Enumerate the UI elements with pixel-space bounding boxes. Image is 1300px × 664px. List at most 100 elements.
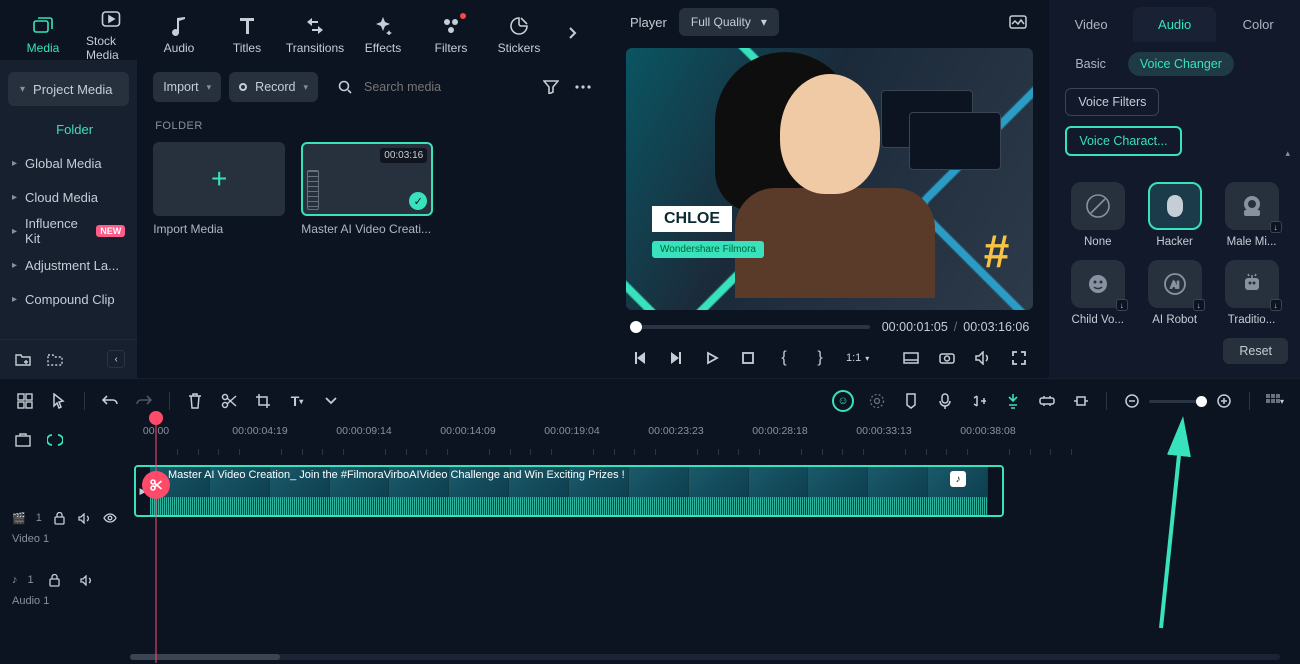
- subtab-voice-changer[interactable]: Voice Changer: [1128, 52, 1234, 76]
- zoom-out-icon[interactable]: [1121, 390, 1143, 412]
- quality-dropdown[interactable]: Full Quality▾: [679, 8, 779, 36]
- sidebar-global-media[interactable]: ▸Global Media: [0, 146, 137, 180]
- undo-icon[interactable]: [99, 390, 121, 412]
- fullscreen-icon[interactable]: [1009, 348, 1029, 368]
- nav-filters[interactable]: Filters: [418, 11, 484, 55]
- clip-handle-right[interactable]: [988, 467, 1002, 515]
- voiceover-icon[interactable]: [934, 390, 956, 412]
- nav-effects[interactable]: Effects: [350, 11, 416, 55]
- timeline-ruler[interactable]: 00:0000:00:04:1900:00:09:1400:00:14:0900…: [130, 423, 1300, 457]
- search-input[interactable]: [364, 80, 524, 94]
- auto-ripple-icon[interactable]: [44, 429, 66, 451]
- grid-view-icon[interactable]: ▾: [1264, 390, 1286, 412]
- timeline-panel: T▾ ☺ ▾: [0, 378, 1300, 664]
- mute-icon[interactable]: [76, 569, 98, 591]
- zoom-slider[interactable]: [1149, 400, 1207, 403]
- voice-none[interactable]: None: [1065, 182, 1130, 248]
- media-clip-tile[interactable]: 00:03:16 ✓ Master AI Video Creati...: [301, 142, 433, 236]
- nav-stock-media[interactable]: Stock Media: [78, 4, 144, 62]
- chevron-right-icon: ▸: [12, 158, 17, 169]
- import-dropdown[interactable]: Import▾: [153, 72, 221, 102]
- nav-media[interactable]: Media: [10, 11, 76, 55]
- tab-audio[interactable]: Audio: [1133, 7, 1217, 42]
- marker-icon[interactable]: [900, 390, 922, 412]
- playhead-line: [156, 423, 157, 663]
- voice-character-chip[interactable]: Voice Charact...: [1065, 126, 1181, 156]
- text-tool-icon[interactable]: T▾: [286, 390, 308, 412]
- mute-icon[interactable]: [77, 507, 92, 529]
- horizontal-scrollbar[interactable]: [130, 654, 1280, 660]
- voice-traditional[interactable]: ↓Traditio...: [1219, 260, 1284, 326]
- collapse-icon[interactable]: ▴: [1285, 148, 1290, 159]
- audio-tool-icon[interactable]: [968, 390, 990, 412]
- sidebar-project-media[interactable]: ▾ Project Media: [8, 72, 129, 106]
- audio-track-header[interactable]: ♪1 Audio 1: [0, 555, 130, 617]
- scrub-bar[interactable]: [630, 325, 870, 329]
- reset-button[interactable]: Reset: [1223, 338, 1288, 364]
- import-media-tile[interactable]: + Import Media: [153, 142, 285, 236]
- nav-transitions[interactable]: Transitions: [282, 11, 348, 55]
- voice-child[interactable]: ↓Child Vo...: [1065, 260, 1130, 326]
- camera-icon[interactable]: [937, 348, 957, 368]
- tab-video[interactable]: Video: [1049, 7, 1133, 42]
- ai-assistant-icon[interactable]: ☺: [832, 390, 854, 412]
- video-preview[interactable]: # CHLOE Wondershare Filmora: [626, 48, 1033, 310]
- tab-color[interactable]: Color: [1216, 7, 1300, 42]
- timeline-clip[interactable]: ▶ Master AI Video Creation_ Join the #Fi…: [134, 465, 1004, 517]
- settings-gear-icon[interactable]: [866, 390, 888, 412]
- sidebar-folder[interactable]: Folder: [0, 112, 137, 146]
- next-frame-icon[interactable]: [666, 348, 686, 368]
- subtab-basic[interactable]: Basic: [1063, 52, 1118, 76]
- nav-stickers[interactable]: Stickers: [486, 11, 552, 55]
- clip-music-icon: ♪: [950, 471, 966, 487]
- stop-icon[interactable]: [738, 348, 758, 368]
- video-track-header[interactable]: 🎬1 Video 1: [0, 493, 130, 555]
- sidebar-collapse[interactable]: ‹: [107, 350, 125, 368]
- volume-icon[interactable]: [973, 348, 993, 368]
- playhead-icon[interactable]: [149, 411, 163, 425]
- link-icon[interactable]: [1036, 390, 1058, 412]
- new-folder-icon[interactable]: [12, 348, 34, 370]
- mark-in-icon[interactable]: {: [774, 348, 794, 368]
- timeline-nest-icon[interactable]: [12, 429, 34, 451]
- play-icon[interactable]: [702, 348, 722, 368]
- snapshot-icon[interactable]: [1007, 11, 1029, 33]
- mark-out-icon[interactable]: }: [810, 348, 830, 368]
- voice-hacker[interactable]: Hacker: [1142, 182, 1207, 248]
- select-tool-icon[interactable]: [48, 390, 70, 412]
- new-bin-icon[interactable]: [44, 348, 66, 370]
- nav-titles[interactable]: Titles: [214, 11, 280, 55]
- sparkle-icon: [372, 15, 394, 37]
- sidebar-adjustment-layer[interactable]: ▸Adjustment La...: [0, 248, 137, 282]
- voice-filters-chip[interactable]: Voice Filters: [1065, 88, 1159, 116]
- sidebar-compound-clip[interactable]: ▸Compound Clip: [0, 282, 137, 316]
- redo-icon[interactable]: [133, 390, 155, 412]
- lock-icon[interactable]: [44, 569, 66, 591]
- split-icon[interactable]: [218, 390, 240, 412]
- display-mode-icon[interactable]: [901, 348, 921, 368]
- nav-audio[interactable]: Audio: [146, 11, 212, 55]
- more-tools-icon[interactable]: [320, 390, 342, 412]
- cut-handle-icon[interactable]: [142, 471, 170, 499]
- timeline-layout-icon[interactable]: [14, 390, 36, 412]
- visibility-icon[interactable]: [103, 507, 118, 529]
- lock-icon[interactable]: [52, 507, 67, 529]
- nav-scroll-right[interactable]: [558, 19, 586, 47]
- magnet-icon[interactable]: [1002, 390, 1024, 412]
- prev-frame-icon[interactable]: [630, 348, 650, 368]
- delete-icon[interactable]: [184, 390, 206, 412]
- voice-ai-robot[interactable]: AI↓AI Robot: [1142, 260, 1207, 326]
- voice-male-minion[interactable]: ↓Male Mi...: [1219, 182, 1284, 248]
- aspect-ratio-dropdown[interactable]: 1:1 ▾: [846, 348, 869, 368]
- keyframe-icon[interactable]: [1070, 390, 1092, 412]
- more-options-icon[interactable]: [572, 76, 594, 98]
- zoom-in-icon[interactable]: [1213, 390, 1235, 412]
- sidebar-influence-kit[interactable]: ▸Influence KitNEW: [0, 214, 137, 248]
- record-dropdown[interactable]: Record▾: [229, 72, 318, 102]
- music-note-icon: [168, 15, 190, 37]
- chevron-right-icon: ▸: [12, 260, 17, 271]
- sidebar-cloud-media[interactable]: ▸Cloud Media: [0, 180, 137, 214]
- filter-icon[interactable]: [540, 76, 562, 98]
- crop-icon[interactable]: [252, 390, 274, 412]
- chevron-down-icon: ▾: [761, 15, 767, 29]
